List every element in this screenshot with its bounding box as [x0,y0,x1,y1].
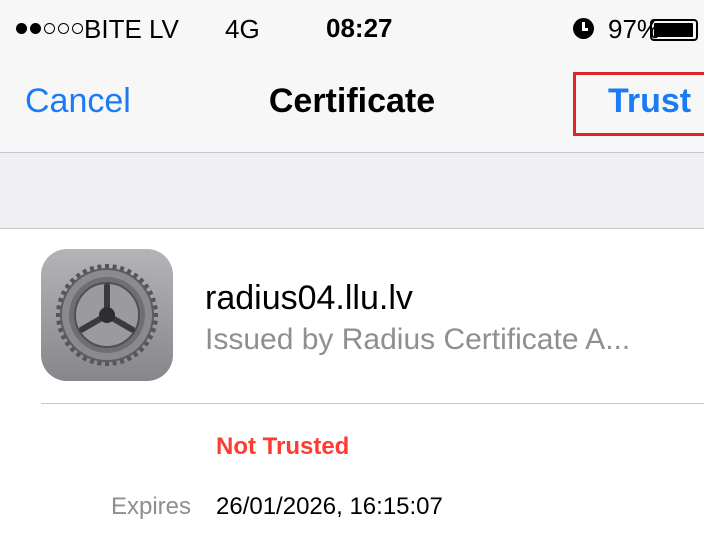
trust-button[interactable]: Trust [608,82,691,121]
carrier-name: BITE LV [84,14,179,44]
certificate-issuer: Issued by Radius Certificate A... [205,323,631,356]
status-time: 08:27 [326,13,393,43]
signal-strength-icon [16,23,83,34]
certificate-name: radius04.llu.lv [205,279,413,317]
trust-status: Not Trusted [216,433,350,460]
signal-dot [30,23,41,34]
network-type: 4G [225,14,260,44]
signal-dot [72,23,83,34]
settings-gear-icon [41,249,173,381]
signal-dot [58,23,69,34]
certificate-screen: BITE LV 4G 08:27 97% Cancel Certificate … [0,0,704,536]
certificate-summary: radius04.llu.lv Issued by Radius Certifi… [0,229,704,536]
alarm-icon [573,18,594,39]
navigation-bar: Cancel Certificate Trust [0,64,704,153]
gear-graphic [56,264,158,366]
signal-dot [44,23,55,34]
battery-icon [650,19,698,41]
signal-dot [16,23,27,34]
expires-label: Expires [110,493,191,520]
section-header [0,153,704,229]
battery-level [654,23,693,37]
expires-value: 26/01/2026, 16:15:07 [216,493,443,520]
status-bar: BITE LV 4G 08:27 97% [0,0,704,64]
divider [41,403,704,404]
